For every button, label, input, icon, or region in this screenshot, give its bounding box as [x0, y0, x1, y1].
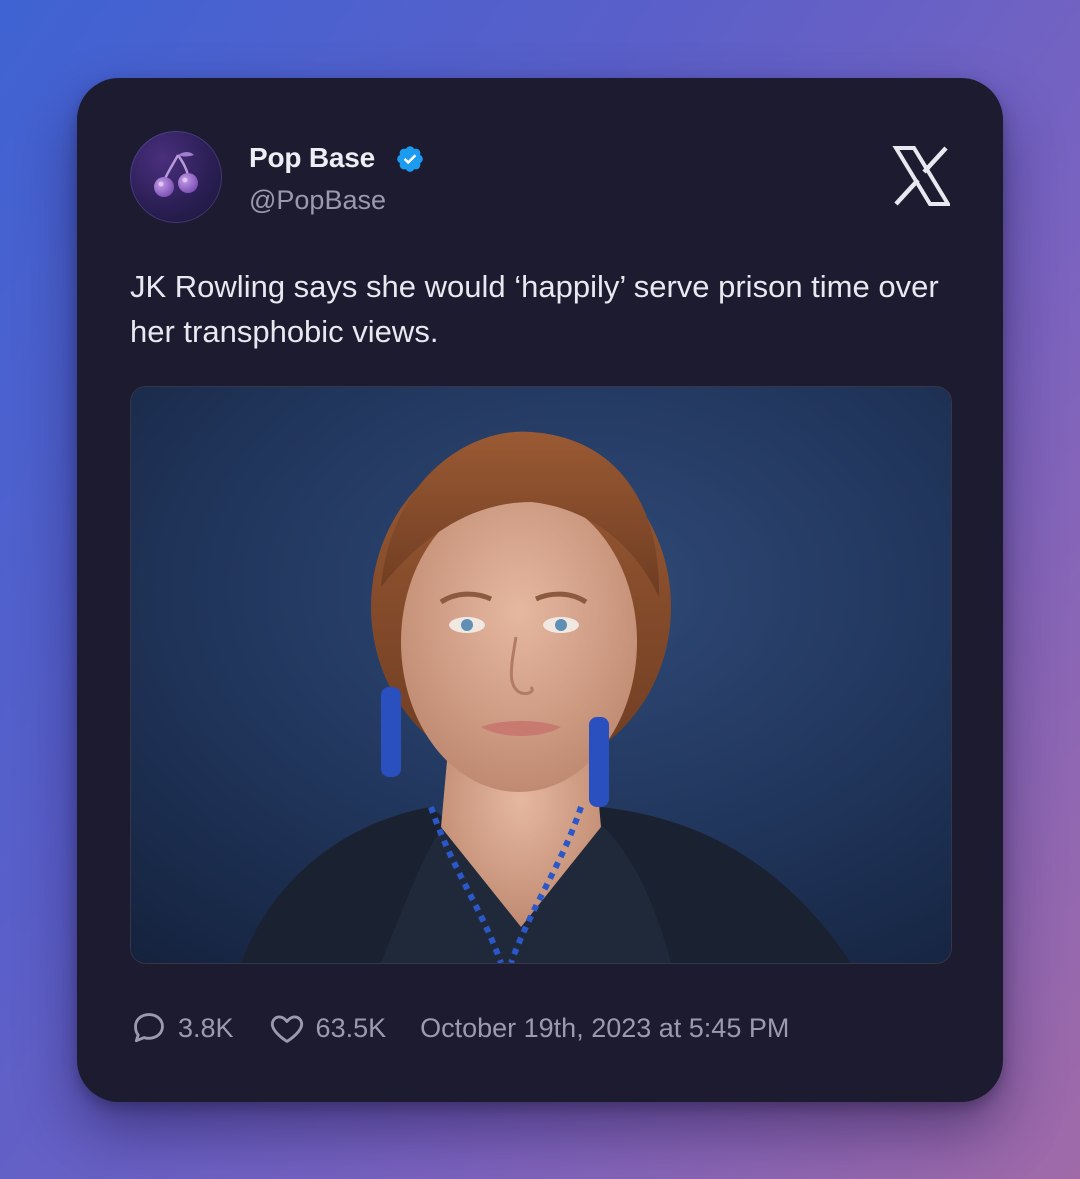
tweet-text: JK Rowling says she would ‘happily’ serv…	[130, 269, 939, 349]
author-handle[interactable]: @PopBase	[249, 185, 386, 216]
heart-icon	[270, 1015, 303, 1043]
cherries-icon	[154, 152, 198, 197]
tweet-footer: 3.8K 63.5K October 19th, 2023 at 5:45 PM	[130, 1008, 789, 1048]
tweet-card: Pop Base @PopBase JK Rowling says she wo…	[77, 78, 1003, 1102]
verified-badge-icon	[397, 146, 423, 172]
comment-icon	[134, 1013, 164, 1043]
x-logo-icon[interactable]	[892, 146, 950, 206]
timestamp[interactable]: October 19th, 2023 at 5:45 PM	[420, 1013, 789, 1044]
avatar[interactable]	[130, 131, 222, 223]
likes-count: 63.5K	[315, 1012, 387, 1043]
tweet-photo[interactable]	[130, 386, 952, 964]
author-name[interactable]: Pop Base	[249, 142, 375, 174]
likes-stat[interactable]: 63.5K	[268, 1009, 387, 1047]
replies-count: 3.8K	[178, 1012, 234, 1043]
replies-stat[interactable]: 3.8K	[130, 1009, 234, 1047]
